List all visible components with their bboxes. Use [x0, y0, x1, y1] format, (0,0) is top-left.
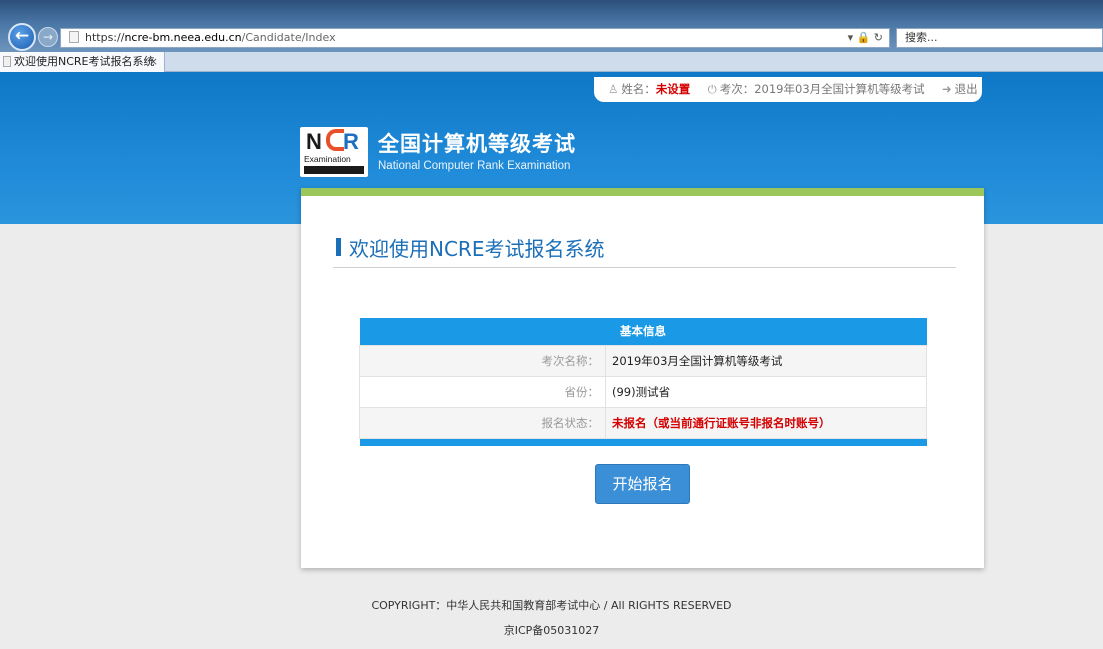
exam-label: 考次： — [719, 82, 755, 96]
table-row: 考次名称： 2019年03月全国计算机等级考试 — [359, 344, 927, 377]
address-controls[interactable]: ▾ 🔒 ↻ — [848, 29, 883, 47]
site-title: 全国计算机等级考试 — [378, 132, 576, 156]
table-row: 报名状态： 未报名（或当前通行证账号非报名时账号） — [359, 406, 927, 439]
footer-copyright: COPYRIGHT：中华人民共和国教育部考试中心 / All RIGHTS RE… — [371, 599, 732, 612]
exam-icon: ⏻ — [707, 82, 717, 96]
browser-toolbar: ← → https://ncre-bm.neea.edu.cn/Candidat… — [0, 0, 1103, 52]
row-label: 报名状态： — [359, 406, 606, 439]
name-value: 未设置 — [655, 82, 691, 96]
logo-letter-r: R — [343, 129, 359, 154]
row-value: 2019年03月全国计算机等级考试 — [605, 344, 927, 377]
site-subtitle: National Computer Rank Examination — [378, 160, 571, 172]
back-arrow-icon[interactable]: ← — [8, 23, 36, 51]
logo-c-shape — [326, 129, 344, 151]
logout-label: 退出 — [954, 82, 978, 96]
logo-letter-n: N — [306, 129, 322, 154]
table-row: 省份： (99)测试省 — [359, 375, 927, 408]
logo-subtext: Examination — [304, 154, 351, 164]
logout-icon: ➜ — [941, 82, 952, 96]
start-registration-button[interactable]: 开始报名 — [595, 464, 690, 504]
table-header: 基本信息 — [359, 318, 927, 345]
footer-icp: 京ICP备05031027 — [503, 624, 600, 637]
tab-strip: 欢迎使用NCRE考试报名系统 × — [0, 52, 1103, 72]
ncre-logo: N R Examination — [300, 127, 368, 177]
address-path: /Candidate/Index — [241, 31, 336, 44]
table-title: 基本信息 — [620, 324, 666, 339]
address-host: ncre-bm.neea.edu.cn — [124, 31, 242, 44]
browser-search-input[interactable]: 搜索... — [896, 28, 1103, 48]
name-label: 姓名： — [621, 82, 656, 96]
page-icon — [69, 31, 79, 43]
address-prefix: https:// — [85, 31, 125, 44]
main-card: 欢迎使用NCRE考试报名系统 基本信息 考次名称： 2019年03月全国计算机等… — [301, 188, 984, 568]
exam-value: 2019年03月全国计算机等级考试 — [754, 82, 925, 96]
address-bar[interactable]: https://ncre-bm.neea.edu.cn/Candidate/In… — [60, 28, 890, 48]
tab-title: 欢迎使用NCRE考试报名系统 — [14, 55, 155, 68]
tab-page-icon — [3, 56, 11, 67]
title-divider — [333, 267, 956, 268]
forward-arrow-icon[interactable]: → — [38, 27, 58, 47]
page-title: 欢迎使用NCRE考试报名系统 — [349, 237, 605, 261]
row-label: 考次名称： — [359, 344, 606, 377]
row-value: (99)测试省 — [605, 375, 927, 408]
user-icon: ♙ — [608, 82, 619, 96]
registration-status: 未报名（或当前通行证账号非报名时账号） — [605, 406, 927, 439]
tab-active[interactable]: 欢迎使用NCRE考试报名系统 × — [0, 52, 165, 72]
table-footer — [359, 438, 927, 446]
tab-close-icon[interactable]: × — [149, 52, 158, 71]
user-bar: ♙ 姓名：未设置 ⏻ 考次：2019年03月全国计算机等级考试 ➜ 退出 — [594, 77, 982, 102]
basic-info-table: 基本信息 考次名称： 2019年03月全国计算机等级考试 省份： (99)测试省… — [359, 318, 927, 446]
logout-link[interactable]: ➜ 退出 — [942, 82, 978, 96]
row-label: 省份： — [359, 375, 606, 408]
logo-strip — [304, 166, 364, 174]
